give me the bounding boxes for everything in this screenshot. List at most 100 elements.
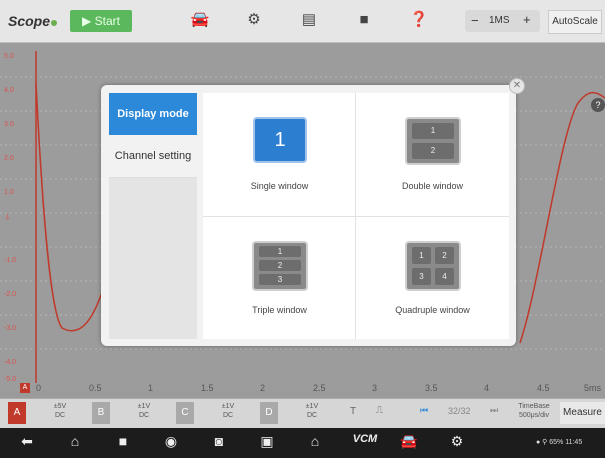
option-triple-window[interactable]: 1 2 3 Triple window	[203, 217, 356, 339]
channel-a-coupling: DC	[54, 412, 66, 419]
page-indicator: 32/32	[448, 406, 471, 416]
start-label: Start	[94, 14, 120, 28]
ground-marker: A	[20, 383, 30, 393]
gear-icon[interactable]: ⚙	[243, 10, 265, 30]
help-icon[interactable]: ❓	[408, 10, 430, 30]
channel-b-volts: ±1V	[137, 403, 151, 410]
home-icon[interactable]: ⌂	[64, 433, 86, 449]
status-area: ● ⚲ 65% 11:45	[536, 439, 583, 446]
decrease-button[interactable]: −	[471, 13, 479, 28]
channel-c-range[interactable]: ±1V DC	[210, 402, 246, 420]
channel-a-button[interactable]: A	[8, 402, 26, 424]
option-quadruple-window[interactable]: 1 2 3 4 Quadruple window	[356, 217, 509, 339]
pane: 3	[259, 274, 301, 285]
y-tick: 4.0	[4, 87, 14, 94]
channel-b-button[interactable]: B	[92, 402, 110, 424]
y-tick: 1.0	[4, 189, 14, 196]
timebase-control: − 1MS +	[465, 10, 540, 32]
channel-b-range[interactable]: ±1V DC	[126, 402, 162, 420]
vehicle-home-icon[interactable]: ⌂	[304, 433, 326, 449]
last-page-icon[interactable]: ⏭	[490, 405, 498, 416]
y-tick: 5.0	[4, 53, 14, 60]
channel-d-range[interactable]: ±1V DC	[294, 402, 330, 420]
info-icon[interactable]: ?	[591, 98, 605, 112]
timebase-label: TimeBase	[518, 403, 550, 410]
x-tick: 2.5	[313, 383, 326, 393]
tab-channel-setting[interactable]: Channel setting	[109, 135, 197, 178]
pane: 2	[259, 260, 301, 271]
car-icon[interactable]: 🚘	[189, 10, 211, 30]
x-tick: 0.5	[89, 383, 102, 393]
logo-text: Scope	[8, 13, 51, 29]
channel-a-range[interactable]: ±5V DC	[42, 402, 78, 420]
x-tick: 4	[484, 383, 490, 393]
timebase-div: 500μs/div	[518, 412, 550, 419]
triple-window-icon: 1 2 3	[252, 241, 308, 291]
pane: 4	[435, 268, 454, 285]
pane: 3	[412, 268, 431, 285]
single-window-icon: 1	[253, 117, 307, 163]
option-single-window[interactable]: 1 Single window	[203, 93, 356, 216]
channel-d-button[interactable]: D	[260, 402, 278, 424]
option-label: Single window	[250, 181, 309, 191]
option-label: Quadruple window	[395, 305, 470, 315]
x-tick: 1.5	[201, 383, 214, 393]
pane: 2	[412, 143, 454, 159]
settings-user-icon[interactable]: ⚙	[446, 433, 468, 450]
recent-apps-icon[interactable]: ■	[112, 433, 134, 449]
option-label: Triple window	[252, 305, 307, 315]
battery-level: 65%	[549, 439, 564, 446]
browser-icon[interactable]: ◉	[160, 433, 182, 450]
trigger-button[interactable]: T	[350, 406, 356, 417]
channel-b-coupling: DC	[138, 412, 150, 419]
pane: 1	[274, 129, 286, 151]
tab-display-mode[interactable]: Display mode	[109, 93, 197, 135]
timebase-value: 1MS	[489, 15, 510, 26]
vci-icon[interactable]: VCM	[350, 433, 380, 445]
pane: 1	[259, 246, 301, 257]
screen-record-icon[interactable]: ▣	[256, 433, 278, 450]
timebase-display: TimeBase 500μs/div	[512, 402, 556, 420]
clock: 11:45	[565, 439, 583, 446]
autoscale-button[interactable]: AutoScale	[548, 10, 602, 34]
first-page-icon[interactable]: ⏮	[420, 405, 428, 416]
x-tick: 5ms	[584, 383, 602, 393]
back-icon[interactable]: ⬅	[16, 433, 38, 450]
close-button[interactable]: ✕	[509, 78, 525, 94]
app-logo: Scope	[8, 13, 58, 29]
y-tick: -4.0	[4, 359, 17, 366]
pane: 1	[412, 247, 431, 264]
y-tick: -5.0	[4, 376, 17, 383]
y-tick: -1.0	[4, 257, 17, 264]
double-window-icon: 1 2	[405, 117, 461, 165]
y-tick: -2.0	[4, 291, 17, 298]
x-tick: 0	[36, 383, 42, 393]
x-tick: 3.5	[425, 383, 438, 393]
channel-a-volts: ±5V	[53, 403, 67, 410]
ground-symbol-icon: ⏚	[4, 214, 11, 221]
car-connect-icon[interactable]: 🚘	[398, 433, 420, 450]
quadruple-window-icon: 1 2 3 4	[405, 241, 461, 291]
x-tick: 3	[372, 383, 378, 393]
channel-d-coupling: DC	[306, 412, 318, 419]
pane: 2	[435, 247, 454, 264]
y-tick: -3.0	[4, 325, 17, 332]
x-tick: 4.5	[537, 383, 550, 393]
camera-icon[interactable]: ◙	[208, 433, 230, 449]
channel-d-volts: ±1V	[305, 403, 319, 410]
y-tick: 3.0	[4, 121, 14, 128]
x-tick: 1	[148, 383, 154, 393]
save-icon[interactable]: ▤	[298, 10, 320, 30]
option-label: Double window	[401, 181, 464, 191]
start-button[interactable]: ▶ Start	[70, 10, 132, 32]
increase-button[interactable]: +	[523, 12, 531, 27]
folder-icon[interactable]: ■	[353, 10, 375, 30]
x-tick: 2	[260, 383, 266, 393]
option-double-window[interactable]: 1 2 Double window	[356, 93, 509, 216]
system-nav-bar	[0, 428, 605, 458]
channel-c-coupling: DC	[222, 412, 234, 419]
pane: 1	[412, 123, 454, 139]
trigger-edge-icon[interactable]: ⎍	[376, 405, 383, 416]
channel-c-button[interactable]: C	[176, 402, 194, 424]
measure-button[interactable]: Measure	[560, 402, 605, 424]
